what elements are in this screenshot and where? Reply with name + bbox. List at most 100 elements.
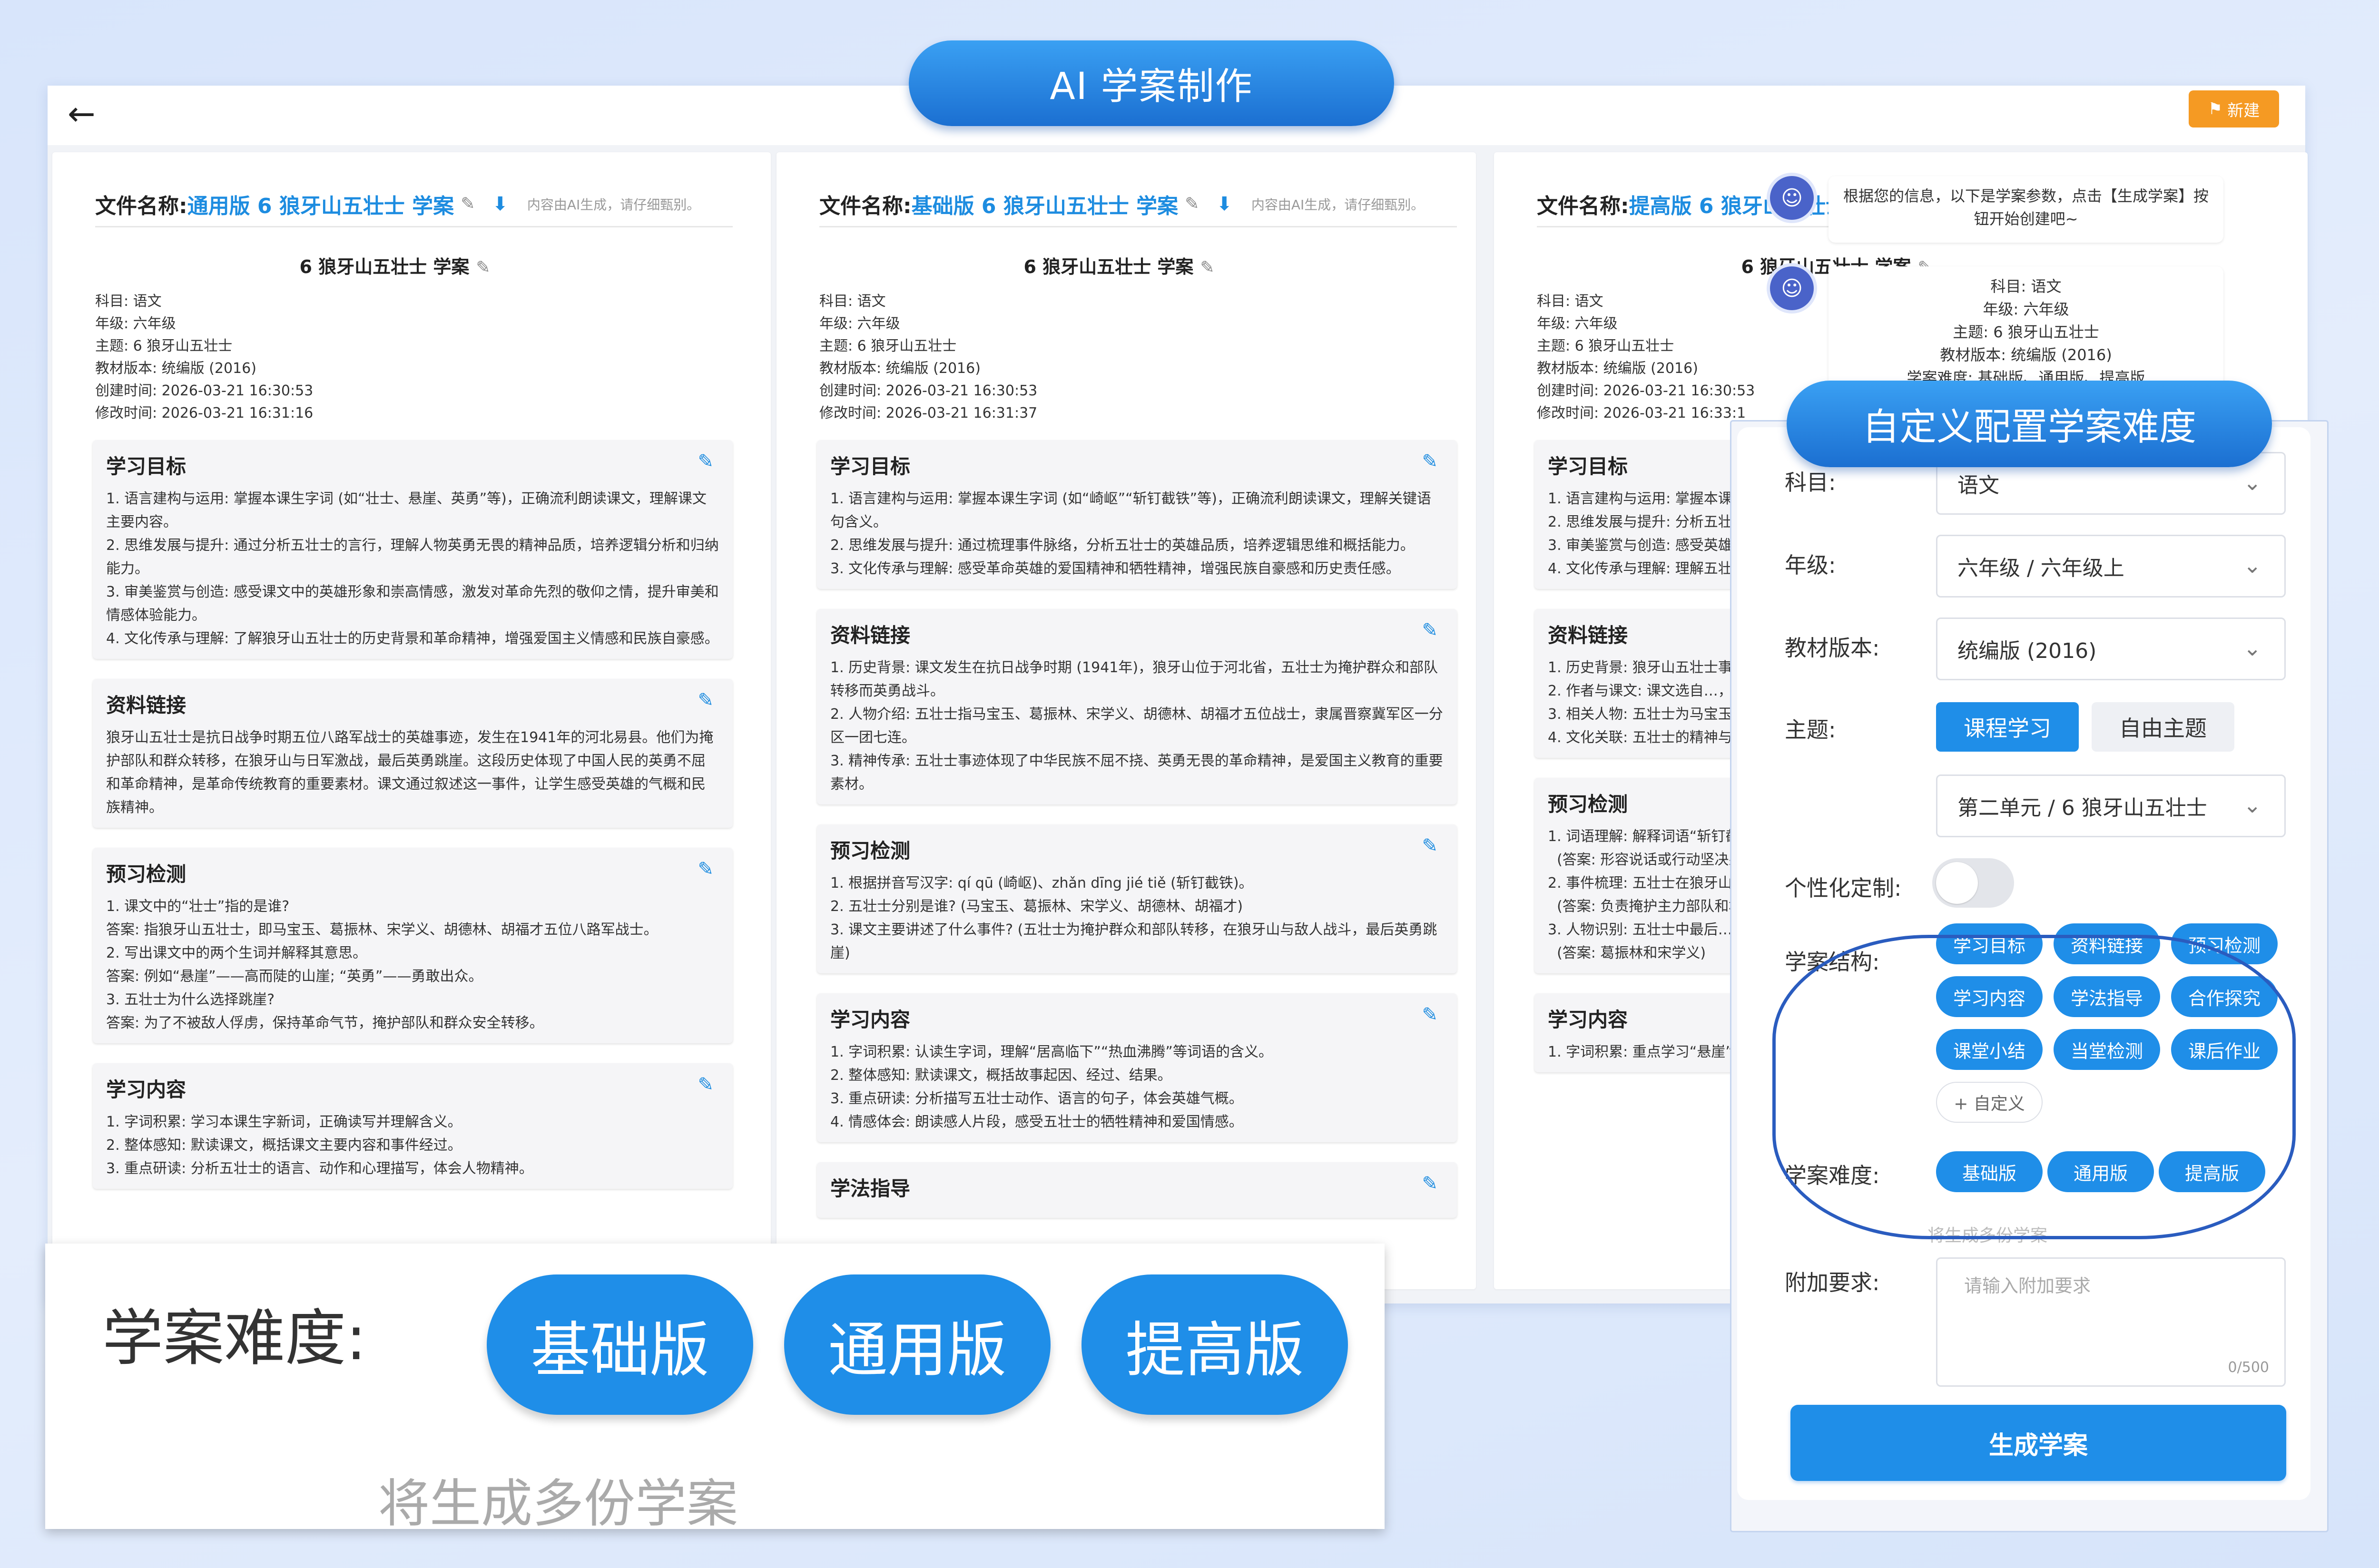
section-title: 学习目标 (830, 455, 911, 478)
grade-select[interactable]: 六年级 / 六年级上 ⌄ (1936, 535, 2286, 598)
grade-value: 六年级 / 六年级上 (1957, 556, 2124, 580)
meta-line: 修改时间: 2026-03-21 16:33:1 (1537, 405, 1746, 421)
topic-select[interactable]: 第二单元 / 6 狼牙山五壮士 ⌄ (1936, 774, 2286, 837)
edit-pencil-icon[interactable]: ✎ (1185, 194, 1199, 214)
meta-line: 修改时间: 2026-03-21 16:31:37 (819, 405, 1038, 421)
download-icon[interactable]: ⬇ (1216, 193, 1232, 215)
sections-list: 学习目标 ✎ 1. 语言建构与运用: 掌握本课生字词 (如“崎岖”“斩钉截铁”等)，… (817, 440, 1457, 1238)
file-name[interactable]: 通用版 6 狼牙山五壮士 学案 (187, 189, 454, 219)
sections-list: 学习目标 ✎ 1. 语言建构与运用: 掌握本课生字词 (如“壮士、悬崖、英勇”等)，… (93, 440, 733, 1209)
custom-toggle[interactable] (1932, 858, 2014, 908)
edit-pencil-icon[interactable]: ✎ (698, 689, 714, 711)
meta-line: 科目: 语文 (95, 293, 162, 310)
document-column-basic: 文件名称: 基础版 6 狼牙山五壮士 学案 ✎ ⬇ 内容由AI生成，请仔细甄别。 6 狼牙… (777, 152, 1476, 1289)
section-title: 学法指导 (830, 1177, 911, 1200)
file-name[interactable]: 基础版 6 狼牙山五壮士 学案 (912, 189, 1179, 219)
edit-pencil-icon[interactable]: ✎ (461, 194, 475, 214)
section-title: 资料链接 (106, 694, 187, 717)
file-header: 文件名称: 基础版 6 狼牙山五壮士 学案 ✎ ⬇ 内容由AI生成，请仔细甄别。 (819, 182, 1457, 227)
meta-line: 教材版本: 统编版 (2016) (95, 360, 256, 377)
file-label: 文件名称: (1537, 194, 1629, 218)
edit-pencil-icon[interactable]: ✎ (476, 258, 490, 277)
zoom-general-button[interactable]: 通用版 (784, 1274, 1051, 1415)
meta-line: 科目: 语文 (819, 293, 886, 310)
section-card: 资料链接 ✎ 狼牙山五壮士是抗日战争时期五位八路军战士的英雄事迹，发生在1941年的… (93, 679, 733, 828)
zoom-hint: 将生成多份学案 (378, 1474, 738, 1534)
section-card: 预习检测 ✎ 1. 根据拼音写汉字: qí qū (崎岖)、zhǎn dīng ji… (817, 824, 1457, 973)
meta-line: 创建时间: 2026-03-21 16:30:53 (819, 382, 1038, 399)
meta-line: 主题: 6 狼牙山五壮士 (1537, 338, 1674, 354)
meta-line: 创建时间: 2026-03-21 16:30:53 (1537, 382, 1755, 399)
custom-label: 个性化定制: (1785, 875, 1902, 901)
section-body: 1. 课文中的“壮士”指的是谁? 答案: 指狼牙山五壮士，即马宝玉、葛振林、宋学… (106, 898, 658, 1031)
zoom-difficulty-label: 学案难度: (102, 1303, 367, 1374)
config-title-pill: 自定义配置学案难度 (1787, 381, 2272, 467)
ai-note: 内容由AI生成，请仔细甄别。 (527, 196, 700, 213)
section-body: 狼牙山五壮士是抗日战争时期五位八路军战士的英雄事迹，发生在1941年的河北易县。… (106, 729, 714, 816)
chevron-down-icon: ⌄ (2243, 635, 2261, 661)
edit-pencil-icon[interactable]: ✎ (1422, 451, 1438, 472)
tab-free-topic[interactable]: 自由主题 (2092, 702, 2234, 752)
zoom-basic-button[interactable]: 基础版 (487, 1274, 753, 1415)
meta-line: 教材版本: 统编版 (2016) (819, 360, 981, 377)
meta-line: 教材版本: 统编版 (2016) (1537, 360, 1698, 377)
subject-label: 科目: (1785, 470, 1836, 495)
robot-avatar-icon: ☺ (1770, 176, 1814, 220)
file-header: 文件名称: 通用版 6 狼牙山五壮士 学案 ✎ ⬇ 内容由AI生成，请仔细甄别。 (95, 182, 733, 227)
edit-pencil-icon[interactable]: ✎ (698, 858, 714, 880)
download-icon[interactable]: ⬇ (492, 193, 508, 215)
document-title-text: 6 狼牙山五壮士 学案 (1023, 256, 1194, 277)
edition-label: 教材版本: (1785, 635, 1880, 661)
edit-pencil-icon[interactable]: ✎ (1422, 1173, 1438, 1195)
file-label: 文件名称: (819, 194, 912, 218)
zoom-callout: 学案难度: 基础版 通用版 提高版 将生成多份学案 (45, 1244, 1385, 1534)
section-title: 预习检测 (830, 839, 911, 862)
chat-panel: ☺ 根据您的信息，以下是学案参数，点击【生成学案】按钮开始创建吧~ ☺ 科目: … (1741, 86, 2308, 395)
chevron-down-icon: ⌄ (2243, 792, 2261, 818)
document-title: 6 狼牙山五壮士 学案 ✎ (52, 252, 737, 278)
section-title: 学习内容 (830, 1008, 911, 1031)
meta-line: 修改时间: 2026-03-21 16:31:16 (95, 405, 314, 421)
chat-message-2: 科目: 语文 年级: 六年级 主题: 6 狼牙山五壮士 教材版本: 统编版 (2016… (1828, 266, 2223, 395)
edition-select[interactable]: 统编版 (2016) ⌄ (1936, 617, 2286, 680)
ai-note: 内容由AI生成，请仔细甄别。 (1251, 196, 1425, 213)
zoom-advanced-button[interactable]: 提高版 (1081, 1274, 1348, 1415)
chat-line: 教材版本: 统编版 (2016) (1940, 346, 2112, 364)
chat-message-1: 根据您的信息，以下是学案参数，点击【生成学案】按钮开始创建吧~ (1828, 176, 2223, 243)
section-body: 1. 语言建构与运用: 掌握本课生字词 (如“崎岖”“斩钉截铁”等)，正确流利朗… (830, 490, 1431, 577)
robot-avatar-icon: ☺ (1770, 266, 1814, 310)
section-title: 学习目标 (106, 455, 187, 478)
grade-label: 年级: (1785, 552, 1836, 578)
char-counter: 0/500 (2228, 1359, 2269, 1376)
generate-button[interactable]: 生成学案 (1790, 1405, 2286, 1481)
section-body: 1. 字词积累: 学习本课生字新词，正确读写并理解含义。 2. 整体感知: 默读… (106, 1114, 533, 1177)
section-card: 学法指导 ✎ (817, 1162, 1457, 1218)
edit-pencil-icon[interactable]: ✎ (1422, 1004, 1438, 1026)
highlight-oval (1772, 935, 2296, 1239)
edit-pencil-icon[interactable]: ✎ (1200, 258, 1214, 277)
edit-pencil-icon[interactable]: ✎ (1422, 619, 1438, 641)
section-title: 资料链接 (830, 624, 911, 647)
section-body: 1. 语言建构与运用: 掌握本课生字词 (如“壮士、悬崖、英勇”等)，正确流利朗… (106, 490, 719, 647)
section-body: 1. 历史背景: 课文发生在抗日战争时期 (1941年)，狼牙山位于河北省，五壮… (830, 659, 1443, 793)
subject-value: 语文 (1957, 473, 1999, 498)
meta-line: 年级: 六年级 (1537, 315, 1618, 332)
extra-placeholder: 请输入附加要求 (1964, 1275, 2091, 1296)
chevron-down-icon: ⌄ (2243, 552, 2261, 578)
topic-label: 主题: (1785, 717, 1836, 743)
topic-value: 第二单元 / 6 狼牙山五壮士 (1957, 796, 2207, 820)
meta-line: 年级: 六年级 (95, 315, 176, 332)
meta-line: 科目: 语文 (1537, 293, 1603, 310)
chat-line: 科目: 语文 (1990, 277, 2062, 295)
edit-pencil-icon[interactable]: ✎ (698, 451, 714, 472)
tab-course-study[interactable]: 课程学习 (1936, 702, 2079, 752)
section-card: 学习内容 ✎ 1. 字词积累: 认读生字词，理解“居高临下”“热血沸腾”等词语的含义… (817, 993, 1457, 1142)
section-card: 学习目标 ✎ 1. 语言建构与运用: 掌握本课生字词 (如“壮士、悬崖、英勇”等)，… (93, 440, 733, 659)
page-title-pill: AI 学案制作 (909, 40, 1394, 126)
document-meta: 科目: 语文 年级: 六年级 主题: 6 狼牙山五壮士 教材版本: 统编版 (2016… (95, 290, 313, 424)
section-body: 1. 根据拼音写汉字: qí qū (崎岖)、zhǎn dīng jié tiě… (830, 875, 1437, 961)
back-arrow-icon[interactable]: ← (68, 94, 96, 133)
extra-requirements-input[interactable]: 请输入附加要求 0/500 (1936, 1257, 2286, 1387)
edit-pencil-icon[interactable]: ✎ (1422, 835, 1438, 857)
edit-pencil-icon[interactable]: ✎ (698, 1074, 714, 1096)
